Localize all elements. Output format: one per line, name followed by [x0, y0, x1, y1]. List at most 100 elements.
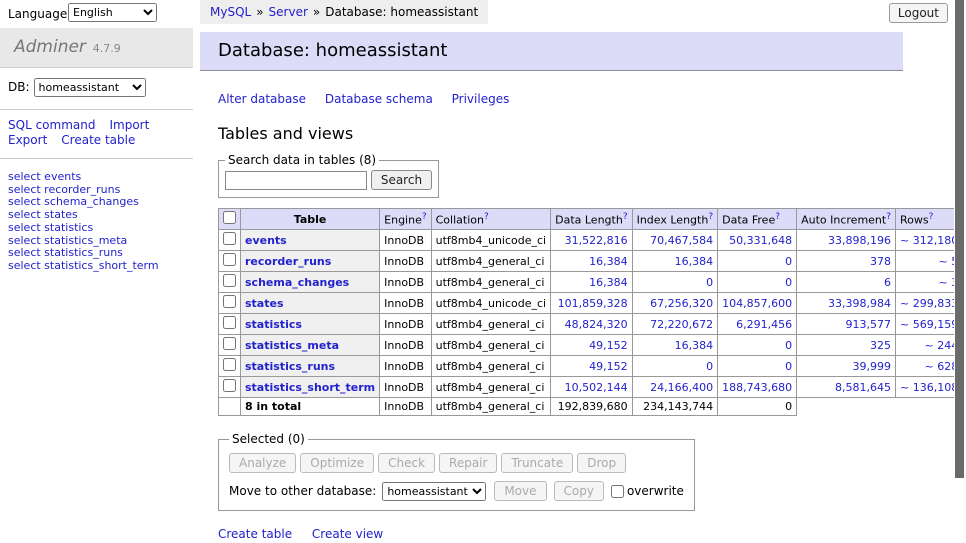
data-length-cell: 49,152: [551, 356, 632, 377]
column-header-data-length: Data Length?: [551, 209, 632, 230]
overwrite-label: overwrite: [627, 484, 684, 498]
overwrite-checkbox[interactable]: [611, 485, 624, 498]
table-link[interactable]: statistics_runs: [245, 360, 335, 373]
search-input[interactable]: [225, 171, 367, 190]
copy-button[interactable]: Copy: [554, 481, 604, 501]
column-header-collation: Collation?: [431, 209, 550, 230]
search-legend: Search data in tables (8): [225, 153, 379, 167]
sidebar-select-link[interactable]: select statistics_short_term: [8, 260, 185, 273]
db-selector-row: DB: homeassistant: [0, 68, 193, 110]
row-checkbox[interactable]: [223, 295, 236, 308]
analyze-button[interactable]: Analyze: [229, 453, 296, 473]
engine-cell: InnoDB: [380, 251, 431, 272]
table-link[interactable]: statistics: [245, 318, 302, 331]
db-nav-links: Alter database Database schema Privilege…: [218, 92, 948, 106]
logout-button[interactable]: Logout: [889, 3, 948, 23]
db-select[interactable]: homeassistant: [34, 78, 146, 97]
row-checkbox[interactable]: [223, 379, 236, 392]
data-length-cell: 10,502,144: [551, 377, 632, 398]
index-length-cell: 70,467,584: [632, 230, 718, 251]
collation-cell: utf8mb4_unicode_ci: [431, 293, 550, 314]
rows-cell: ~ 5: [896, 251, 963, 272]
row-checkbox[interactable]: [223, 274, 236, 287]
data-free-cell: 0: [718, 356, 797, 377]
scrollbar-thumb[interactable]: [955, 0, 964, 478]
collation-cell: utf8mb4_general_ci: [431, 251, 550, 272]
table-link[interactable]: events: [245, 234, 287, 247]
auto-increment-cell: 325: [797, 335, 896, 356]
help-link[interactable]: ?: [775, 212, 780, 222]
index-length-cell: 72,220,672: [632, 314, 718, 335]
index-length-cell: 0: [632, 356, 718, 377]
breadcrumb-link-mysql[interactable]: MySQL: [210, 5, 251, 19]
table-row: recorder_runs InnoDButf8mb4_general_ci16,…: [219, 251, 966, 272]
sidebar-select-link[interactable]: select statistics: [8, 222, 185, 235]
rows-cell: ~ 312,180: [896, 230, 963, 251]
help-link[interactable]: ?: [484, 212, 489, 222]
row-checkbox[interactable]: [223, 253, 236, 266]
table-row: statistics_short_termInnoDButf8mb4_gener…: [219, 377, 966, 398]
scrollbar-track[interactable]: [954, 0, 966, 543]
move-database-select[interactable]: homeassistant: [382, 482, 486, 501]
sidebar: Adminer 4.7.9 DB: homeassistant SQL comm…: [0, 28, 193, 285]
optimize-button[interactable]: Optimize: [300, 453, 374, 473]
sidebar-sql-command-link[interactable]: SQL command: [8, 118, 95, 132]
repair-button[interactable]: Repair: [439, 453, 497, 473]
auto-increment-cell: 6: [797, 272, 896, 293]
privileges-link[interactable]: Privileges: [452, 92, 510, 106]
data-free-cell: 104,857,600: [718, 293, 797, 314]
sidebar-export-link[interactable]: Export: [8, 133, 47, 147]
row-checkbox[interactable]: [223, 232, 236, 245]
sidebar-import-link[interactable]: Import: [109, 118, 149, 132]
table-row: eventsInnoDButf8mb4_unicode_ci31,522,816…: [219, 230, 966, 251]
rows-cell: ~ 569,159: [896, 314, 963, 335]
language-select[interactable]: English: [68, 3, 157, 22]
move-button[interactable]: Move: [494, 481, 546, 501]
database-schema-link[interactable]: Database schema: [325, 92, 433, 106]
row-checkbox[interactable]: [223, 358, 236, 371]
create-view-link[interactable]: Create view: [312, 527, 383, 541]
select-all-checkbox[interactable]: [223, 211, 236, 224]
breadcrumb: MySQL » Server » Database: homeassistant: [200, 0, 488, 24]
auto-increment-cell: 33,398,984: [797, 293, 896, 314]
data-length-cell: 16,384: [551, 251, 632, 272]
alter-database-link[interactable]: Alter database: [218, 92, 306, 106]
row-checkbox[interactable]: [223, 337, 236, 350]
app-name: Adminer: [14, 37, 86, 57]
help-link[interactable]: ?: [623, 212, 628, 222]
column-header-data-free: Data Free?: [718, 209, 797, 230]
table-link[interactable]: statistics_short_term: [245, 381, 375, 394]
check-button[interactable]: Check: [378, 453, 435, 473]
data-length-cell: 101,859,328: [551, 293, 632, 314]
column-header-auto-increment: Auto Increment?: [797, 209, 896, 230]
create-table-link[interactable]: Create table: [218, 527, 292, 541]
row-checkbox[interactable]: [223, 316, 236, 329]
table-link[interactable]: states: [245, 297, 284, 310]
table-link[interactable]: recorder_runs: [245, 255, 331, 268]
sidebar-create-table-link[interactable]: Create table: [61, 133, 135, 147]
help-link[interactable]: ?: [708, 212, 713, 222]
sidebar-actions: SQL command Import Export Create table: [0, 110, 193, 159]
rows-cell: ~ 299,833: [896, 293, 963, 314]
drop-button[interactable]: Drop: [577, 453, 626, 473]
language-label: Language:: [8, 7, 71, 21]
data-free-cell: 50,331,648: [718, 230, 797, 251]
search-fieldset: Search data in tables (8) Search: [218, 153, 439, 198]
db-label: DB:: [8, 80, 30, 94]
breadcrumb-link-server[interactable]: Server: [269, 5, 308, 19]
move-to-database-label: Move to other database:: [229, 484, 376, 498]
sidebar-select-link[interactable]: select events: [8, 171, 185, 184]
breadcrumb-separator: »: [313, 5, 320, 19]
collation-cell: utf8mb4_general_ci: [431, 377, 550, 398]
data-free-cell: 6,291,456: [718, 314, 797, 335]
truncate-button[interactable]: Truncate: [501, 453, 573, 473]
help-link[interactable]: ?: [886, 212, 891, 222]
search-button[interactable]: Search: [371, 170, 432, 190]
table-link[interactable]: statistics_meta: [245, 339, 339, 352]
table-row: statisticsInnoDButf8mb4_general_ci48,824…: [219, 314, 966, 335]
sidebar-select-link[interactable]: select states: [8, 209, 185, 222]
help-link[interactable]: ?: [929, 212, 934, 222]
table-link[interactable]: schema_changes: [245, 276, 349, 289]
help-link[interactable]: ?: [422, 212, 427, 222]
selected-fieldset: Selected (0) AnalyzeOptimizeCheckRepairT…: [218, 432, 695, 511]
